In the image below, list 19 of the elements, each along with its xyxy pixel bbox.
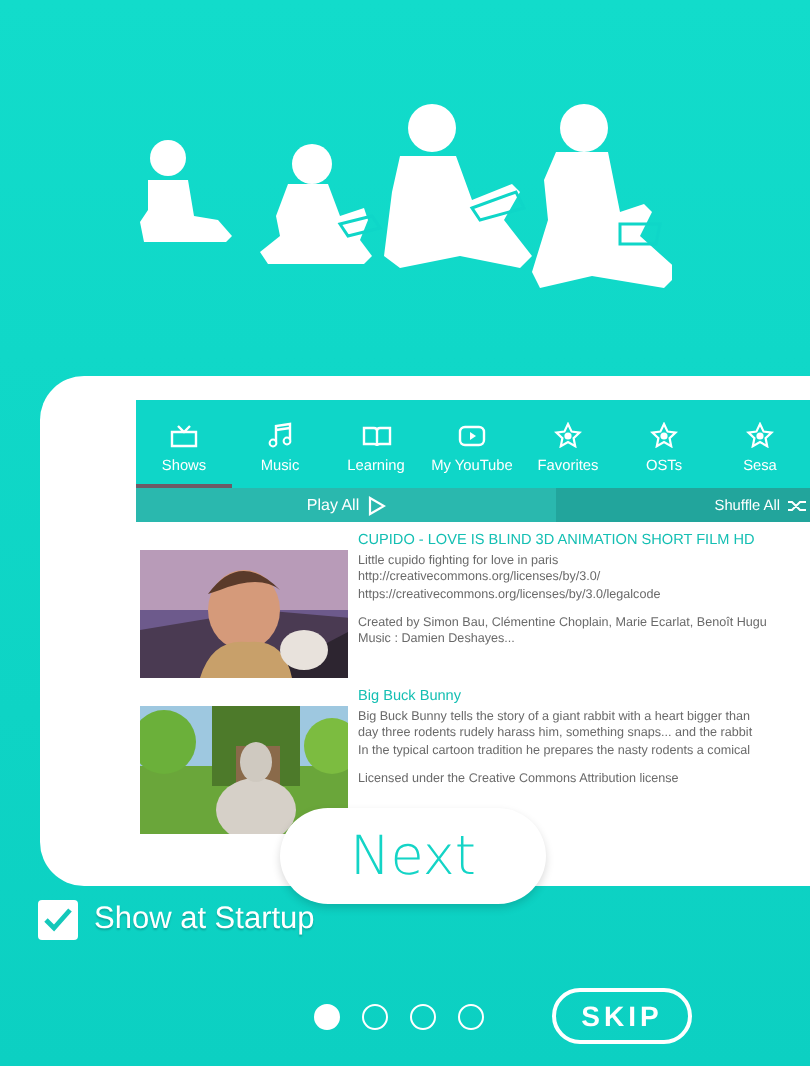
tv-icon xyxy=(170,424,198,448)
shuffle-icon xyxy=(788,497,806,513)
play-icon xyxy=(458,424,486,448)
skip-button[interactable]: SKIP xyxy=(552,988,692,1044)
page-dot[interactable] xyxy=(458,1003,484,1029)
checkmark-icon xyxy=(44,908,72,932)
play-all-button[interactable]: Play All xyxy=(136,488,556,522)
page-dot[interactable] xyxy=(362,1003,388,1029)
show-at-startup-checkbox[interactable] xyxy=(38,900,78,940)
star-icon xyxy=(746,422,774,448)
book-icon xyxy=(361,424,391,448)
star-icon xyxy=(554,422,582,448)
play-icon xyxy=(367,495,386,515)
page-dot[interactable] xyxy=(314,1003,340,1029)
next-button[interactable]: Next xyxy=(280,808,546,904)
music-note-icon xyxy=(268,422,292,448)
show-at-startup-label: Show at Startup xyxy=(94,902,315,938)
star-icon xyxy=(650,422,678,448)
page-dot[interactable] xyxy=(410,1003,436,1029)
